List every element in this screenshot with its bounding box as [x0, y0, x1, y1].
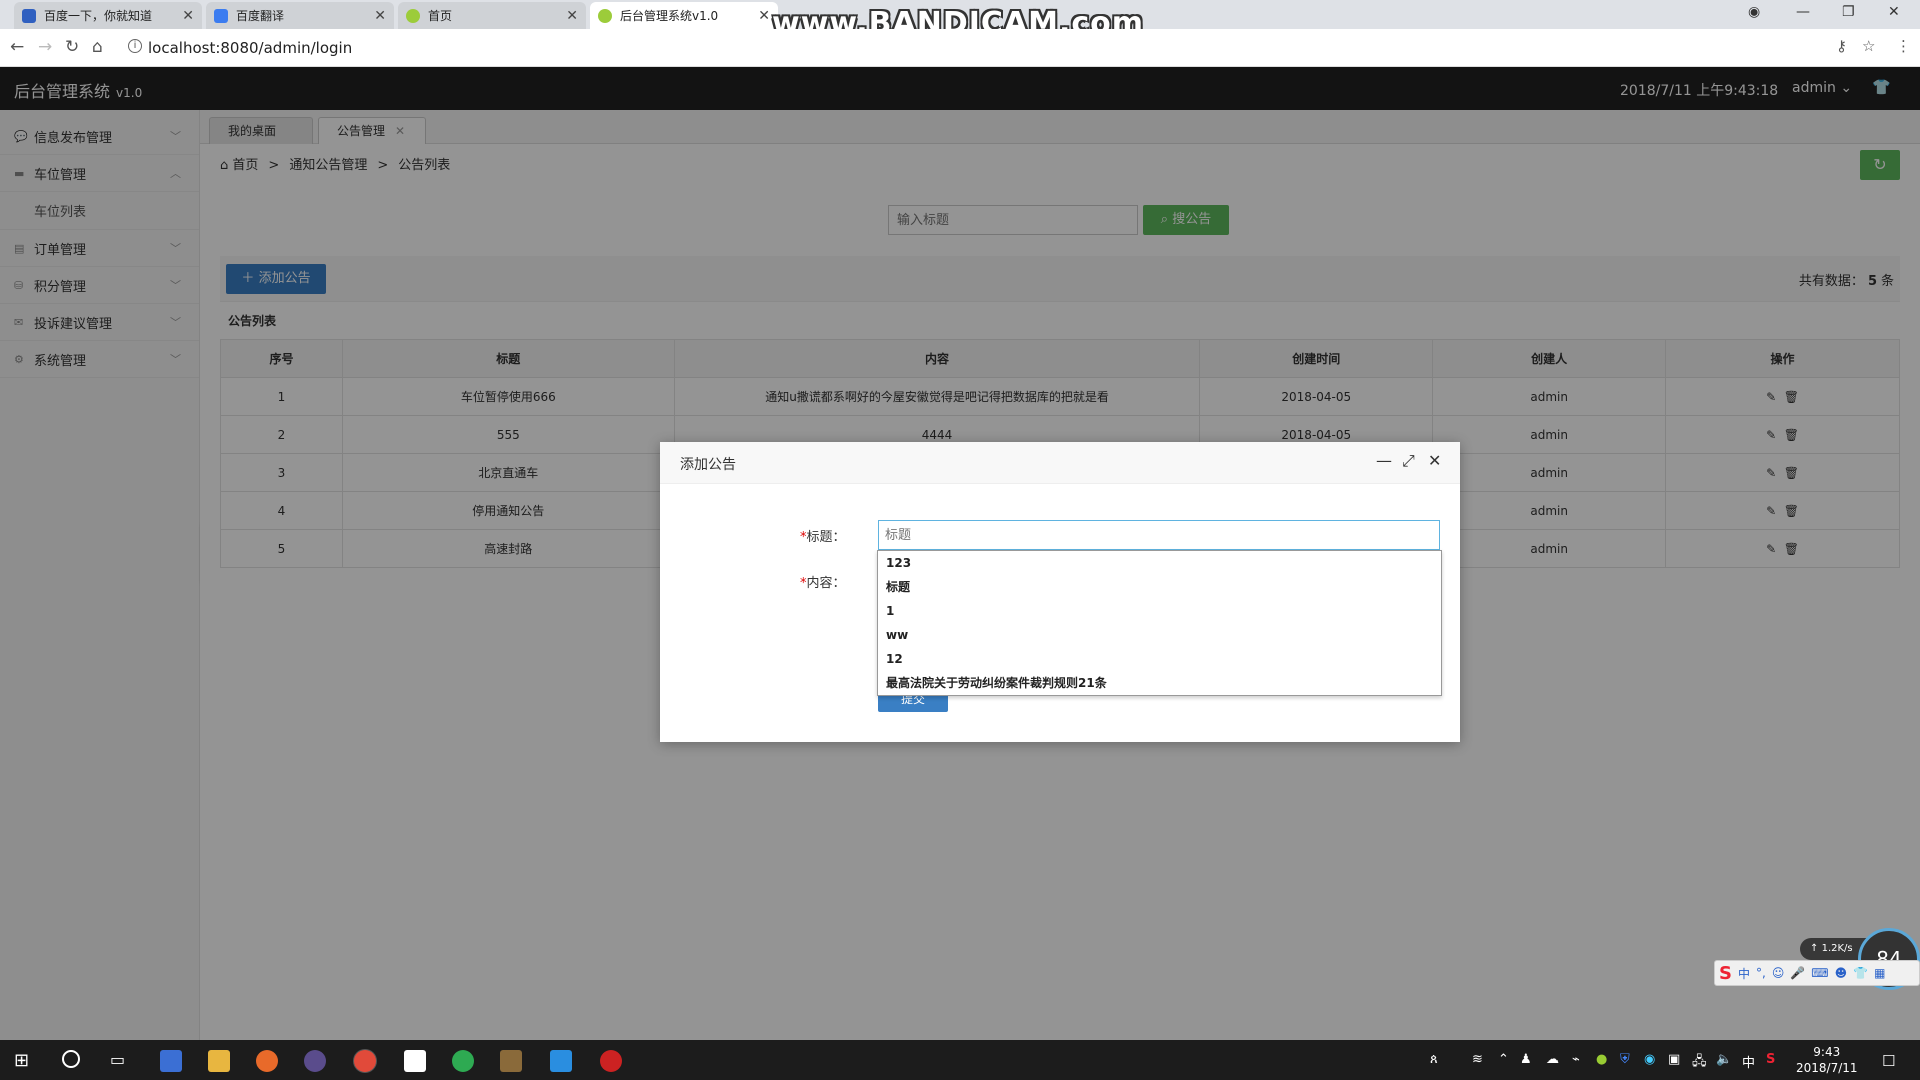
- ime-indicator[interactable]: 中: [1742, 1052, 1755, 1071]
- app-icon-file-explorer[interactable]: [208, 1050, 230, 1072]
- ime-toolbar: S 中 °, ☺ 🎤 ⌨ ☻ 👕 ▦: [1714, 960, 1920, 986]
- browser-tab-home[interactable]: 首页 ✕: [398, 2, 586, 29]
- forward-icon[interactable]: →: [38, 37, 52, 57]
- minimize-icon[interactable]: —: [1376, 451, 1392, 470]
- volume-icon[interactable]: 🔈: [1716, 1052, 1732, 1067]
- browser-helper-icon[interactable]: ◉: [1644, 1052, 1655, 1067]
- key-icon[interactable]: ⚷: [1836, 37, 1847, 55]
- browser-tab-admin[interactable]: 后台管理系统v1.0 ✕: [590, 2, 778, 29]
- close-icon[interactable]: ✕: [182, 8, 194, 24]
- network-icon[interactable]: 🖧: [1692, 1052, 1707, 1074]
- qq-icon[interactable]: ♟: [1520, 1052, 1532, 1067]
- menu-dots-icon[interactable]: ⋮: [1896, 37, 1911, 55]
- wifi-icon[interactable]: ≋: [1472, 1052, 1483, 1067]
- taskbar-clock[interactable]: 9:43 2018/7/11: [1796, 1044, 1858, 1076]
- sogou-logo-icon[interactable]: S: [1719, 963, 1732, 984]
- autocomplete-item[interactable]: 最高法院关于劳动纠纷案件裁判规则21条: [878, 671, 1441, 695]
- back-icon[interactable]: ←: [10, 37, 24, 57]
- content-label: *内容：: [800, 576, 846, 591]
- app-icon-control-panel[interactable]: [160, 1050, 182, 1072]
- close-icon[interactable]: ✕: [566, 8, 578, 24]
- leaf-icon: [406, 8, 420, 23]
- punctuation-icon[interactable]: °,: [1756, 966, 1766, 980]
- star-icon[interactable]: ☆: [1862, 37, 1875, 55]
- autocomplete-item[interactable]: ww: [878, 623, 1441, 647]
- display-icon[interactable]: ▣: [1668, 1052, 1680, 1067]
- cortana-search-icon[interactable]: [62, 1050, 80, 1068]
- app-icon-chrome[interactable]: [354, 1050, 376, 1072]
- app-icon-eclipse[interactable]: [304, 1050, 326, 1072]
- ime-lang[interactable]: 中: [1738, 965, 1750, 982]
- security-icon[interactable]: ●: [1596, 1052, 1607, 1067]
- home-icon[interactable]: ⌂: [92, 37, 103, 57]
- autocomplete-item[interactable]: 12: [878, 647, 1441, 671]
- minimize-icon[interactable]: —: [1796, 4, 1810, 20]
- clock-time: 9:43: [1813, 1045, 1841, 1059]
- app-icon-bandicam[interactable]: [600, 1050, 622, 1072]
- user-icon[interactable]: ☻: [1835, 966, 1848, 980]
- maximize-icon[interactable]: ⤢: [1402, 451, 1415, 471]
- taskbar: ⊞ ▭ ጰ ≋ ⌃ ♟ ☁ ⌁ ● ⛨ ◉ ▣ 🖧 🔈 中 S 9:43 201…: [0, 1040, 1920, 1080]
- app-icon-navicat[interactable]: [500, 1050, 522, 1072]
- app-icon-wps[interactable]: [550, 1050, 572, 1072]
- reload-icon[interactable]: ↻: [65, 37, 79, 57]
- profile-icon[interactable]: ◉: [1748, 4, 1760, 20]
- close-icon[interactable]: ✕: [758, 8, 770, 24]
- content-label-text: 内容：: [806, 576, 846, 591]
- shield-icon[interactable]: ⛨: [1620, 1052, 1630, 1067]
- person-icon[interactable]: ጰ: [1430, 1052, 1438, 1067]
- translate-icon: [214, 8, 228, 23]
- title-label: *标题：: [800, 530, 846, 545]
- autocomplete-item[interactable]: 1: [878, 599, 1441, 623]
- cloud-icon[interactable]: ☁: [1546, 1052, 1559, 1067]
- autocomplete-item[interactable]: 标题: [878, 575, 1441, 599]
- baidu-paw-icon: [22, 8, 36, 23]
- url-text: localhost:8080/admin/login: [148, 39, 353, 57]
- arrow-up-icon: ↑: [1810, 943, 1819, 954]
- app-icon-360-browser[interactable]: [452, 1050, 474, 1072]
- app-icon-firefox[interactable]: [256, 1050, 278, 1072]
- restore-icon[interactable]: ❐: [1842, 4, 1855, 20]
- browser-tab-title: 百度翻译: [236, 9, 285, 23]
- window-close-icon[interactable]: ✕: [1888, 4, 1900, 20]
- close-icon[interactable]: ✕: [1428, 451, 1441, 470]
- address-bar: ← → ↻ ⌂ i localhost:8080/admin/login ⚷ ☆…: [0, 29, 1920, 67]
- browser-tab-title: 后台管理系统v1.0: [620, 9, 719, 23]
- browser-tab-translate[interactable]: 百度翻译 ✕: [206, 2, 394, 29]
- leaf-icon: [598, 8, 612, 23]
- net-speed-value: 1.2K/s: [1821, 943, 1853, 954]
- url-field[interactable]: i localhost:8080/admin/login: [122, 33, 1884, 62]
- usb-icon[interactable]: ⌁: [1572, 1052, 1580, 1067]
- info-icon[interactable]: i: [128, 39, 142, 53]
- grid-icon[interactable]: ▦: [1874, 966, 1885, 980]
- emoji-icon[interactable]: ☺: [1772, 966, 1785, 980]
- mic-icon[interactable]: 🎤: [1790, 966, 1805, 980]
- chevron-up-icon[interactable]: ⌃: [1498, 1052, 1509, 1067]
- notification-icon[interactable]: ☐: [1882, 1052, 1895, 1070]
- close-icon[interactable]: ✕: [374, 8, 386, 24]
- windows-start-icon[interactable]: ⊞: [14, 1050, 29, 1071]
- dialog-title: 添加公告: [680, 457, 736, 473]
- autocomplete-item[interactable]: 123: [878, 551, 1441, 575]
- clock-date: 2018/7/11: [1796, 1061, 1858, 1075]
- keyboard-icon[interactable]: ⌨: [1811, 966, 1828, 980]
- title-label-text: 标题：: [806, 530, 846, 545]
- task-view-icon[interactable]: ▭: [110, 1050, 125, 1069]
- autocomplete-list: 123 标题 1 ww 12 最高法院关于劳动纠纷案件裁判规则21条: [877, 550, 1442, 696]
- dialog-header: 添加公告 — ⤢ ✕: [660, 442, 1460, 484]
- browser-tab-title: 首页: [428, 9, 453, 23]
- app-icon-baidu-netdisk[interactable]: [404, 1050, 426, 1072]
- sogou-tray-icon[interactable]: S: [1766, 1052, 1775, 1067]
- browser-tabbar: 百度一下，你就知道 ✕ 百度翻译 ✕ 首页 ✕ 后台管理系统v1.0 ✕ www…: [0, 0, 1920, 41]
- title-input[interactable]: [878, 520, 1440, 550]
- shirt-icon[interactable]: 👕: [1853, 966, 1868, 980]
- browser-tab-baidu[interactable]: 百度一下，你就知道 ✕: [14, 2, 202, 29]
- browser-tab-title: 百度一下，你就知道: [44, 9, 153, 23]
